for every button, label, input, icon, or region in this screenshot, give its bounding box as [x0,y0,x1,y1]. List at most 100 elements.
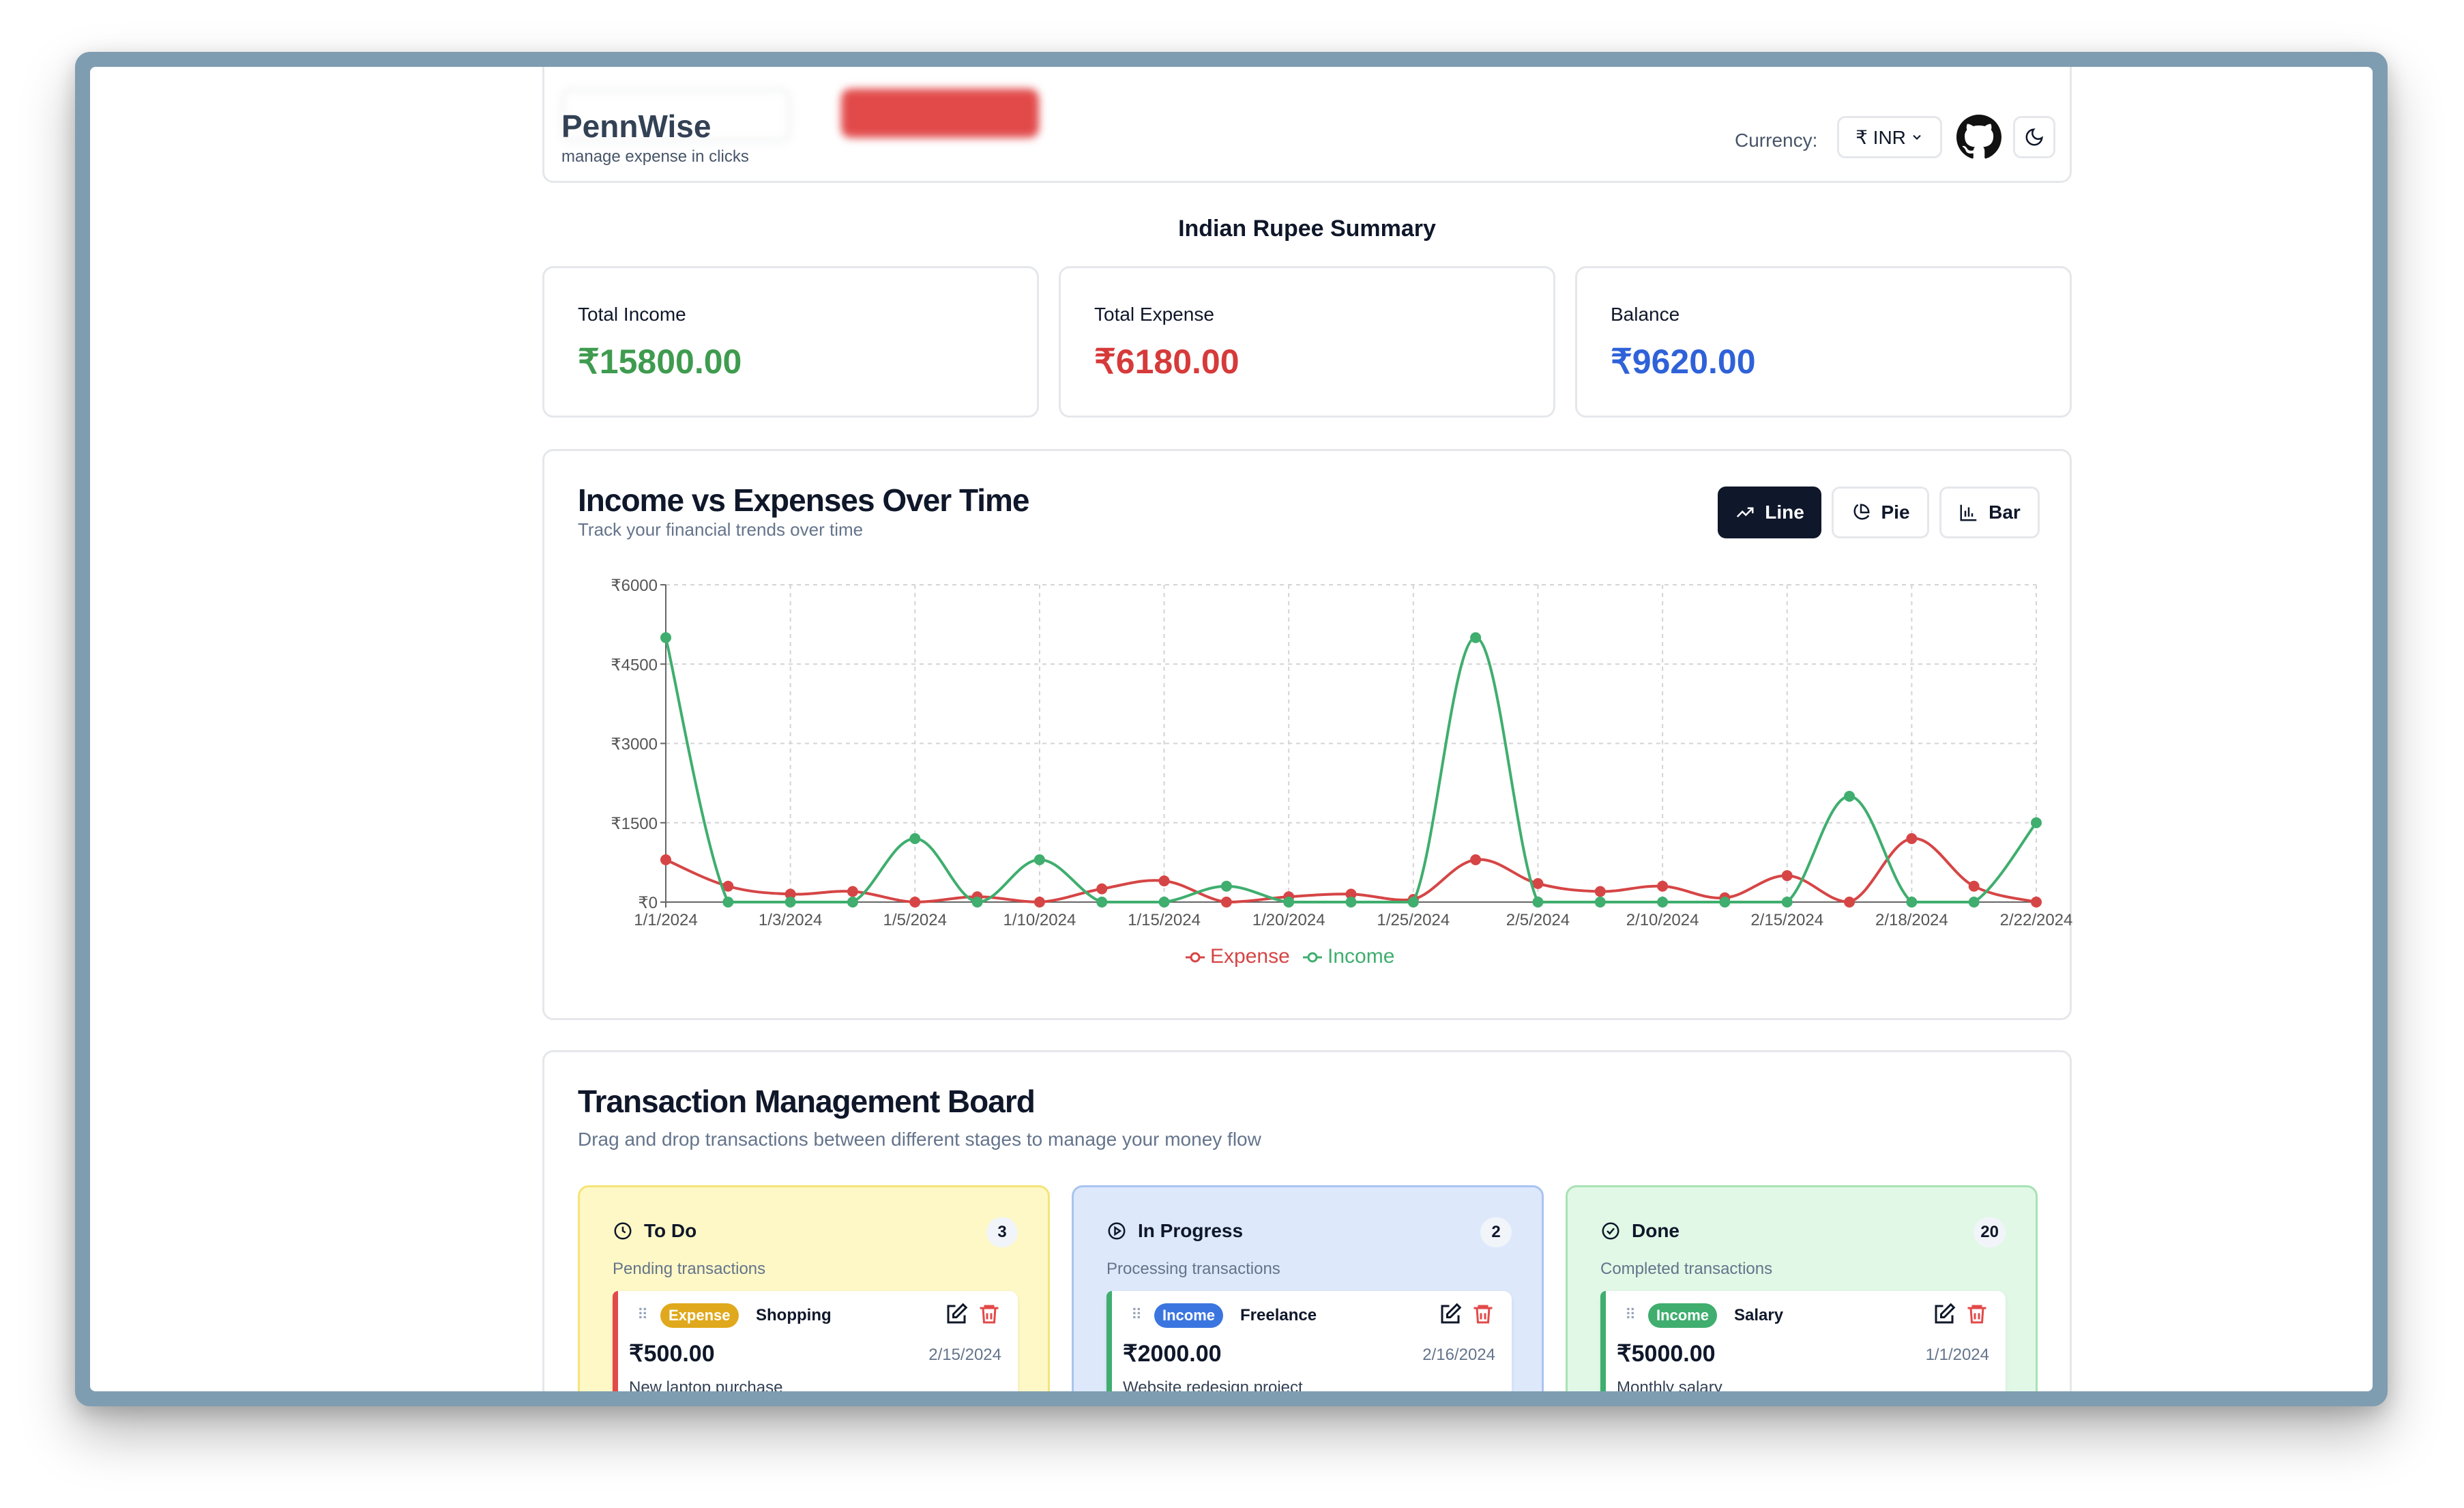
income-data-point [1781,897,1793,908]
transaction-amount: ₹500.00 [629,1341,715,1367]
expense-data-point [1657,880,1669,892]
x-tick-label: 2/18/2024 [1875,911,1948,929]
expense-data-point [660,854,671,865]
transaction-amount: ₹5000.00 [1617,1341,1716,1367]
play-circle-icon [1108,1222,1126,1240]
board-title: Transaction Management Board [578,1084,1036,1119]
app-logo-subtitle: manage expense in clicks [561,147,749,166]
column-todo-header: To Do [613,1220,696,1242]
column-in-progress[interactable]: In Progress 2 Processing transactions ⠿ … [1072,1185,1544,1391]
income-data-point [1968,897,1980,908]
edit-icon[interactable] [1438,1302,1463,1326]
transaction-card[interactable]: ⠿ Expense Shopping ₹500.00 2/15/2024 New… [613,1291,1018,1391]
transaction-type-bar [1106,1291,1112,1391]
x-tick-label: 1/5/2024 [883,911,947,929]
transaction-card[interactable]: ⠿ Income Freelance ₹2000.00 2/16/2024 We… [1106,1291,1512,1391]
column-todo-subtitle: Pending transactions [613,1260,766,1278]
y-tick-label: ₹1500 [611,815,658,833]
income-series-line [664,636,2038,904]
expense-data-point [1906,833,1918,844]
income-data-point [909,833,921,844]
drag-handle-icon[interactable]: ⠿ [637,1306,648,1324]
income-data-point [722,897,734,908]
app-window: PennWise manage expense in clicks Curren… [75,52,2388,1406]
clock-icon [614,1222,632,1240]
expense-data-point [1968,880,1980,892]
x-tick-label: 1/10/2024 [1003,911,1076,929]
chart-card: Income vs Expenses Over Time Track your … [542,449,2072,1020]
x-tick-label: 2/10/2024 [1626,911,1699,929]
total-expense-value: ₹6180.00 [1094,343,1240,381]
x-tick-label: 2/22/2024 [2000,911,2073,929]
app-header: PennWise manage expense in clicks Curren… [542,67,2072,183]
y-tick-label: ₹0 [638,894,658,912]
transaction-description: New laptop purchase [629,1378,783,1391]
expense-data-point [1158,875,1170,886]
expense-legend-dot [1190,952,1201,963]
browser-viewport: PennWise manage expense in clicks Curren… [90,67,2373,1391]
x-tick-label: 1/15/2024 [1128,911,1201,929]
transaction-description: Monthly salary [1617,1378,1722,1391]
income-data-point [1096,897,1108,908]
income-legend-label: Income [1328,945,1394,968]
income-data-point [847,897,858,908]
expense-data-point [909,897,921,908]
expense-data-point [1470,854,1482,865]
drag-handle-icon[interactable]: ⠿ [1131,1306,1142,1324]
income-data-point [1345,897,1357,908]
clear-all-data-button[interactable] [841,89,1039,138]
column-done-count: 20 [1974,1217,2006,1247]
github-icon[interactable] [1956,115,2001,160]
total-income-label: Total Income [578,304,686,325]
board-subtitle: Drag and drop transactions between diffe… [578,1129,1261,1150]
column-in-progress-header: In Progress [1106,1220,1243,1242]
column-in-progress-title: In Progress [1138,1220,1244,1241]
column-done-subtitle: Completed transactions [1600,1260,1773,1278]
income-data-point [1033,854,1045,865]
y-tick-label: ₹3000 [611,736,658,754]
income-data-point [784,897,796,908]
balance-card: Balance ₹9620.00 [1575,266,2072,418]
y-tick-label: ₹4500 [611,656,658,674]
trash-icon[interactable] [1965,1302,1989,1326]
expense-data-point [1594,886,1606,897]
transaction-description: Website redesign project [1123,1378,1303,1391]
expense-data-point [1781,870,1793,882]
transaction-card[interactable]: ⠿ Income Salary ₹5000.00 1/1/2024 Monthl… [1600,1291,2006,1391]
x-tick-label: 1/25/2024 [1377,911,1450,929]
total-income-card: Total Income ₹15800.00 [542,266,1039,418]
income-data-point [1719,897,1731,908]
column-done[interactable]: Done 20 Completed transactions ⠿ Income … [1566,1185,2038,1391]
x-tick-label: 1/3/2024 [759,911,822,929]
transaction-type-bar [1600,1291,1606,1391]
x-tick-label: 2/15/2024 [1750,911,1823,929]
income-data-point [971,897,983,908]
transaction-type-badge: Expense [660,1303,739,1328]
transaction-type-badge: Income [1154,1303,1224,1328]
trash-icon[interactable] [1471,1302,1495,1326]
chevron-down-icon [1913,134,1921,140]
income-data-point [1657,897,1669,908]
edit-icon[interactable] [944,1302,969,1326]
theme-toggle-button[interactable] [2013,116,2055,158]
check-circle-icon [1602,1222,1619,1240]
transaction-category: Freelance [1240,1306,1317,1324]
transaction-date: 2/15/2024 [928,1346,1001,1364]
income-data-point [1844,791,1856,802]
edit-icon[interactable] [1932,1302,1956,1326]
y-tick-label: ₹6000 [611,577,658,595]
column-done-title: Done [1632,1220,1680,1241]
column-in-progress-count: 2 [1480,1217,1512,1247]
trash-icon[interactable] [977,1302,1001,1326]
income-data-point [1906,897,1918,908]
income-data-point [1283,897,1295,908]
expense-legend-label: Expense [1210,945,1290,968]
drag-handle-icon[interactable]: ⠿ [1625,1306,1636,1324]
transaction-type-badge: Income [1648,1303,1718,1328]
income-legend-dot [1307,952,1318,963]
expense-data-point [847,886,858,897]
expense-data-point [1220,897,1232,908]
transaction-type-bar [613,1291,618,1391]
currency-select[interactable]: ₹ INR [1837,116,1942,158]
column-todo[interactable]: To Do 3 Pending transactions ⠿ Expense S… [578,1185,1050,1391]
